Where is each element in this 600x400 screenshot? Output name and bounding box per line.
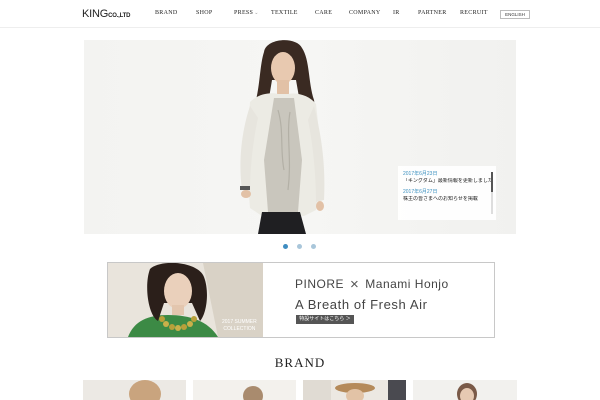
nav-item-shop[interactable]: SHOP: [196, 10, 213, 16]
news-item[interactable]: 2017年6月27日 株主の皆さまへのお知らせを掲載: [403, 189, 491, 203]
banner-collection-label: COLLECTION: [223, 326, 256, 332]
news-scrollbar[interactable]: [491, 172, 493, 214]
banner-collaborator: Manami Honjo: [365, 277, 449, 291]
nav-item-press-label: PRESS: [234, 10, 254, 16]
banner-season: 2017 SUMMER COLLECTION: [222, 319, 257, 333]
slider-dot-2[interactable]: [297, 244, 302, 249]
news-box: 2017年6月23日 「キングダム」最新情報を更新しました。新着のお知らせ 20…: [398, 166, 496, 220]
hero-model-image: [240, 40, 325, 234]
english-button[interactable]: ENGLISH: [500, 10, 530, 19]
slider-dot-3[interactable]: [311, 244, 316, 249]
brand-thumbnail[interactable]: [413, 380, 517, 400]
nav-item-partner[interactable]: PARTNER: [418, 10, 447, 16]
nav-item-company[interactable]: COMPANY: [349, 10, 381, 16]
site-header: KINGCO.,LTD BRAND SHOP PRESS⌄ TEXTILE CA…: [0, 0, 600, 28]
hero-slider[interactable]: 2017年6月23日 「キングダム」最新情報を更新しました。新着のお知らせ 20…: [84, 40, 516, 234]
banner-times-symbol: ×: [350, 276, 360, 293]
news-title[interactable]: 株主の皆さまへのお知らせを掲載: [403, 196, 491, 203]
banner-brand-name: PINORE: [295, 277, 345, 291]
brand-thumbnail[interactable]: [83, 380, 186, 400]
slider-pagination: [283, 244, 323, 250]
nav-item-press[interactable]: PRESS⌄: [234, 10, 259, 16]
nav-item-recruit[interactable]: RECRUIT: [460, 10, 488, 16]
news-date: 2017年6月27日: [403, 189, 438, 195]
slider-dot-1[interactable]: [283, 244, 288, 249]
banner-tagline: A Breath of Fresh Air: [295, 297, 428, 312]
news-title[interactable]: 「キングダム」最新情報を更新しました。新着のお知らせ: [403, 178, 491, 185]
nav-item-ir[interactable]: IR: [393, 10, 400, 16]
brand-section-heading: BRAND: [274, 355, 326, 370]
news-item[interactable]: 2017年6月23日 「キングダム」最新情報を更新しました。新着のお知らせ: [403, 171, 491, 185]
brand-thumbnail[interactable]: [303, 380, 406, 400]
banner-season-year: 2017 SUMMER: [222, 319, 257, 325]
brand-thumbnail-row: [83, 380, 517, 400]
news-scrollbar-thumb[interactable]: [491, 172, 493, 192]
nav-item-textile[interactable]: TEXTILE: [271, 10, 298, 16]
nav-item-care[interactable]: CARE: [315, 10, 332, 16]
nav-item-brand[interactable]: BRAND: [155, 10, 178, 16]
special-site-button[interactable]: 特設サイトはこちら ＞: [296, 315, 354, 324]
banner-brand-line: PINORE × Manami Honjo: [295, 276, 449, 293]
chevron-down-icon: ⌄: [254, 11, 259, 16]
pinore-campaign-banner[interactable]: 2017 SUMMER COLLECTION PINORE × Manami Hon…: [107, 262, 495, 338]
banner-photo: 2017 SUMMER COLLECTION: [108, 263, 263, 337]
brand-thumbnail[interactable]: [193, 380, 296, 400]
news-date: 2017年6月23日: [403, 171, 438, 177]
